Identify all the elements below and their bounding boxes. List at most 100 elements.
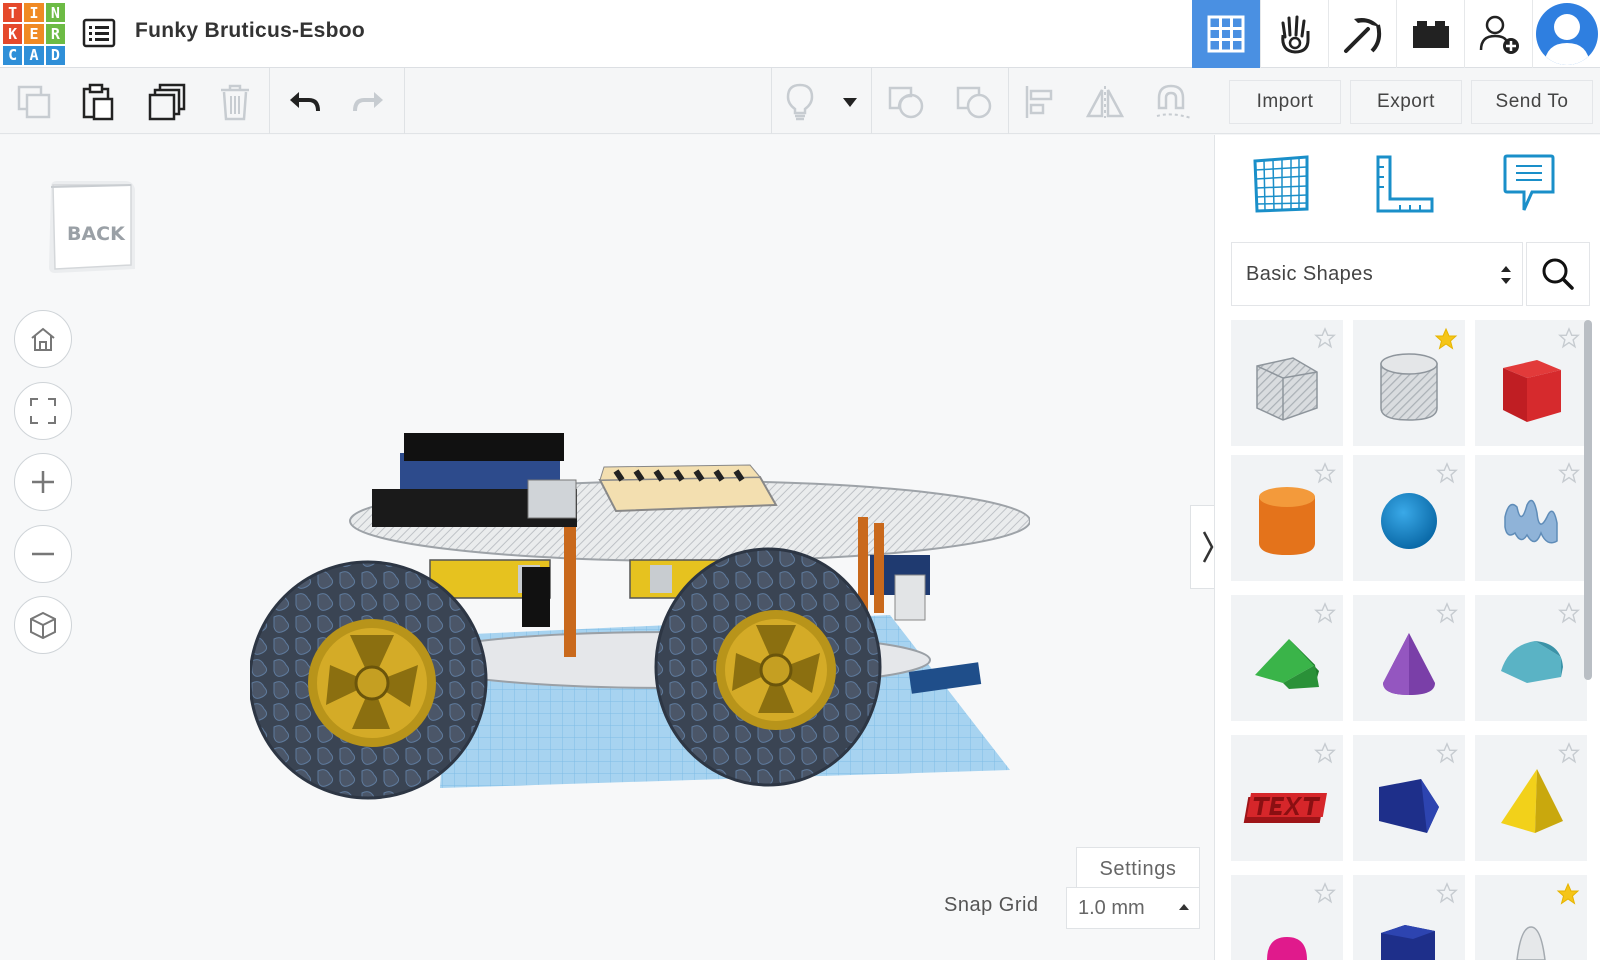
shape-polygon-prism[interactable] — [1353, 735, 1465, 861]
logo-letter: C — [3, 45, 23, 65]
shape-paraboloid[interactable] — [1475, 875, 1587, 960]
half-sphere-icon — [1267, 937, 1307, 960]
avatar[interactable] — [1535, 3, 1598, 65]
bricks-tab[interactable] — [1396, 0, 1464, 68]
export-button[interactable]: Export — [1350, 80, 1462, 124]
design-title[interactable]: Funky Bruticus-Esboo — [135, 19, 365, 43]
shape-box-hole[interactable] — [1231, 320, 1343, 446]
brick-icon — [1412, 21, 1449, 48]
import-button[interactable]: Import — [1229, 80, 1341, 124]
view-options-dropdown[interactable] — [828, 80, 872, 124]
shape-box[interactable] — [1475, 320, 1587, 446]
send-to-button[interactable]: Send To — [1471, 80, 1593, 124]
roof-icon — [1255, 639, 1319, 689]
3d-design-tab[interactable] — [1192, 0, 1260, 68]
snap-grid-label: Snap Grid — [944, 894, 1039, 916]
shape-pyramid[interactable] — [1475, 735, 1587, 861]
rover-3d-model[interactable] — [248, 305, 1031, 810]
mirror-button[interactable] — [1083, 80, 1127, 124]
shape-round-roof[interactable] — [1475, 595, 1587, 721]
shape-roof[interactable] — [1231, 595, 1343, 721]
cylinder-hole-icon — [1380, 353, 1438, 421]
undo-icon — [290, 92, 320, 112]
fit-view-button[interactable] — [14, 382, 72, 440]
view-cube[interactable]: BACK — [45, 177, 140, 277]
workplane-tool-button[interactable] — [1244, 147, 1318, 221]
redo-icon — [353, 92, 383, 112]
undo-button[interactable] — [282, 80, 326, 124]
tinkercad-logo[interactable]: T I N K E R C A D — [3, 3, 65, 65]
shape-scribble[interactable] — [1475, 455, 1587, 581]
shape-search-button[interactable] — [1526, 242, 1590, 306]
logo-letter: K — [3, 24, 23, 44]
ungroup-icon — [956, 86, 992, 119]
box-hole-icon — [1256, 357, 1318, 421]
align-button[interactable] — [1018, 80, 1062, 124]
cube-icon — [30, 611, 56, 640]
zoom-in-button[interactable] — [14, 453, 72, 511]
group-button[interactable] — [884, 80, 928, 124]
snap-grid-select[interactable]: 1.0 mm — [1066, 887, 1200, 929]
zoom-out-button[interactable] — [14, 525, 72, 583]
copy-icon — [17, 85, 51, 119]
caret-up-icon — [1179, 904, 1189, 910]
design-list-button[interactable] — [80, 14, 118, 52]
align-icon — [1025, 86, 1053, 118]
box-icon — [1503, 360, 1561, 422]
shape-polygon[interactable] — [1353, 875, 1465, 960]
paste-icon — [82, 83, 114, 121]
shape-cone[interactable] — [1353, 595, 1465, 721]
shape-library-value: Basic Shapes — [1246, 262, 1374, 285]
pyramid-icon — [1501, 769, 1563, 833]
grid-icon — [1207, 15, 1245, 53]
list-icon — [82, 18, 116, 48]
toolbar-divider — [404, 68, 405, 134]
sphere-icon — [1381, 493, 1437, 549]
pickaxe-icon — [1343, 18, 1381, 53]
shape-sphere[interactable] — [1353, 455, 1465, 581]
rover-model-graphic — [248, 433, 1031, 800]
select-arrows-icon — [1501, 266, 1511, 284]
codeblocks-tab[interactable] — [1328, 0, 1396, 68]
plus-icon — [32, 471, 54, 493]
notes-tool-button[interactable] — [1492, 147, 1566, 221]
home-icon — [31, 327, 55, 351]
show-all-button[interactable] — [778, 80, 822, 124]
redo-button[interactable] — [347, 80, 391, 124]
workplane-settings-button[interactable]: Settings — [1076, 847, 1200, 891]
add-user-icon — [1479, 15, 1519, 54]
panel-scrollbar[interactable] — [1584, 320, 1592, 680]
duplicate-button[interactable] — [146, 80, 190, 124]
ruler-tool-button[interactable] — [1368, 147, 1442, 221]
toolbar-divider — [1008, 68, 1009, 134]
copy-button[interactable] — [12, 80, 56, 124]
trash-icon — [221, 84, 249, 121]
shape-library-select[interactable]: Basic Shapes — [1231, 242, 1523, 306]
group-icon — [888, 86, 924, 119]
invite-user-button[interactable] — [1464, 0, 1532, 68]
edit-toolbar — [0, 68, 1214, 134]
ortho-view-button[interactable] — [14, 596, 72, 654]
shape-text[interactable] — [1231, 735, 1343, 861]
home-view-button[interactable] — [14, 310, 72, 368]
wedge-icon — [1379, 779, 1439, 833]
round-roof-icon — [1501, 641, 1563, 683]
shapes-panel: Basic Shapes — [1214, 135, 1600, 960]
circuits-tab[interactable] — [1260, 0, 1328, 68]
shape-cylinder-hole[interactable] — [1353, 320, 1465, 446]
account-menu[interactable] — [1532, 0, 1600, 68]
logo-letter: R — [45, 24, 65, 44]
ungroup-button[interactable] — [952, 80, 996, 124]
view-cube-face-label: BACK — [67, 223, 125, 245]
workplane-canvas[interactable]: BACK Settings Snap Grid 1.0 mm — [0, 135, 1224, 960]
fit-all-icon — [30, 398, 56, 424]
delete-button[interactable] — [213, 80, 257, 124]
user-avatar-icon — [1543, 14, 1590, 65]
shape-half-sphere[interactable] — [1231, 875, 1343, 960]
workplane-grid-icon — [1253, 155, 1309, 213]
paste-button[interactable] — [76, 80, 120, 124]
shape-cylinder[interactable] — [1231, 455, 1343, 581]
cruise-button[interactable] — [1150, 80, 1194, 124]
top-header: T I N K E R C A D Funky Bruticus-Esboo — [0, 0, 1600, 68]
note-icon — [1503, 154, 1555, 211]
